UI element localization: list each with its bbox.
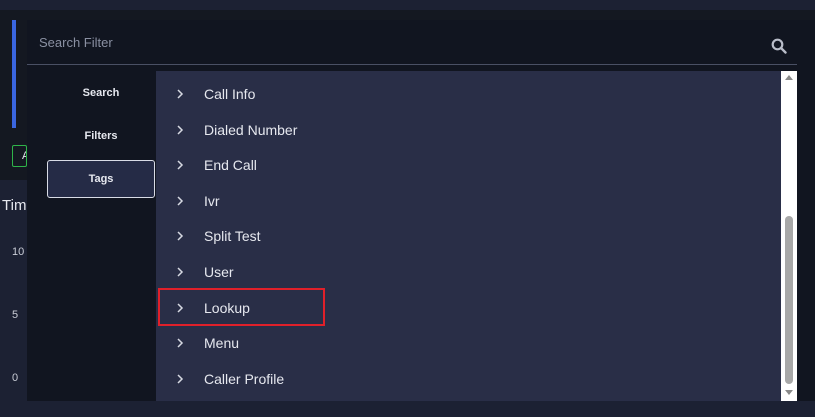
nav-item-label: Tags xyxy=(88,173,114,185)
tag-item-dialed-number[interactable]: Dialed Number xyxy=(156,112,781,147)
tag-list: Call Info Dialed Number End Call Ivr Spl… xyxy=(156,71,781,401)
tag-label: Dialed Number xyxy=(204,121,298,138)
tag-label: Lookup xyxy=(204,299,250,316)
nav-item-label: Search xyxy=(82,87,120,99)
tag-item-ivr[interactable]: Ivr xyxy=(156,183,781,218)
tag-label: User xyxy=(204,263,234,280)
nav-item-search[interactable]: Search xyxy=(47,74,155,112)
scroll-down-icon[interactable] xyxy=(785,390,793,395)
chevron-right-icon xyxy=(177,195,184,206)
chevron-right-icon xyxy=(177,337,184,348)
tag-item-lookup[interactable]: Lookup xyxy=(156,290,781,325)
tag-item-menu[interactable]: Menu xyxy=(156,325,781,360)
nav-item-filters[interactable]: Filters xyxy=(47,117,155,155)
scrollbar[interactable] xyxy=(781,71,797,401)
accent-bar xyxy=(12,20,16,128)
search-icon[interactable] xyxy=(771,38,787,54)
tag-label: End Call xyxy=(204,156,257,173)
chevron-right-icon xyxy=(177,124,184,135)
filter-modal: Search Filters Tags Call Info Dialed Num… xyxy=(27,20,815,401)
scroll-up-icon[interactable] xyxy=(785,75,793,80)
chevron-right-icon xyxy=(177,266,184,277)
search-bar xyxy=(27,20,797,65)
tag-item-split-test[interactable]: Split Test xyxy=(156,218,781,253)
axis-tick-label: 10 xyxy=(12,246,25,258)
tag-item-end-call[interactable]: End Call xyxy=(156,147,781,182)
tag-label: Ivr xyxy=(204,192,220,209)
axis-tick-label: 0 xyxy=(12,372,19,384)
background-chip[interactable]: A xyxy=(12,145,27,167)
nav-item-tags[interactable]: Tags xyxy=(47,160,155,198)
chevron-right-icon xyxy=(177,230,184,241)
tag-label: Call Info xyxy=(204,85,256,102)
tag-item-caller-profile[interactable]: Caller Profile xyxy=(156,361,781,396)
tag-label: Split Test xyxy=(204,227,261,244)
tag-label: Menu xyxy=(204,334,240,351)
nav-item-label: Filters xyxy=(84,130,118,142)
chevron-right-icon xyxy=(177,88,184,99)
search-input[interactable] xyxy=(39,32,739,52)
background-title: Tim xyxy=(2,197,27,214)
tag-label: Caller Profile xyxy=(204,370,285,387)
side-nav: Search Filters Tags xyxy=(27,71,156,401)
scroll-thumb[interactable] xyxy=(785,216,793,384)
chevron-right-icon xyxy=(177,302,184,313)
chevron-right-icon xyxy=(177,373,184,384)
axis-tick-label: 5 xyxy=(12,309,19,321)
tag-item-call-info[interactable]: Call Info xyxy=(156,76,781,111)
tag-item-user[interactable]: User xyxy=(156,254,781,289)
chevron-right-icon xyxy=(177,159,184,170)
